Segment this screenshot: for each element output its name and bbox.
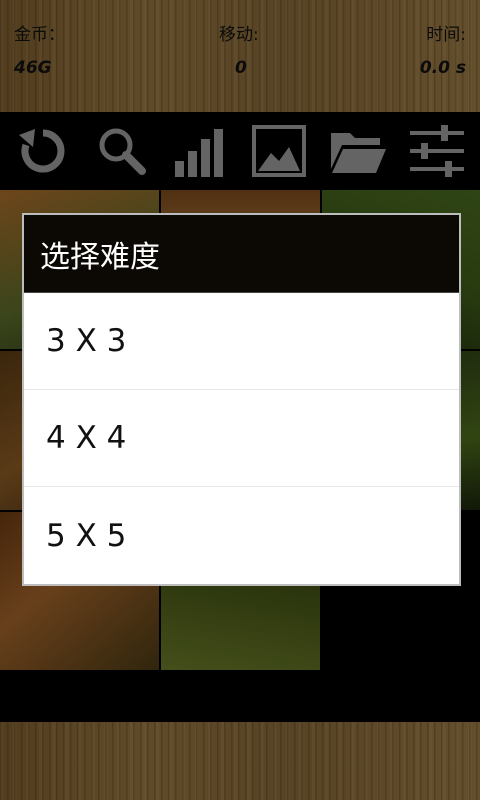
difficulty-option-3x3[interactable]: 3 X 3 bbox=[24, 293, 459, 390]
dialog-header: 选择难度 bbox=[24, 215, 459, 293]
difficulty-option-5x5[interactable]: 5 X 5 bbox=[24, 487, 459, 584]
option-label: 3 X 3 bbox=[46, 323, 127, 359]
option-label: 5 X 5 bbox=[46, 517, 127, 554]
dialog-title: 选择难度 bbox=[40, 239, 160, 275]
option-label: 4 X 4 bbox=[46, 420, 127, 456]
difficulty-dialog: 选择难度 3 X 3 4 X 4 5 X 5 bbox=[22, 213, 461, 586]
difficulty-option-4x4[interactable]: 4 X 4 bbox=[24, 390, 459, 487]
